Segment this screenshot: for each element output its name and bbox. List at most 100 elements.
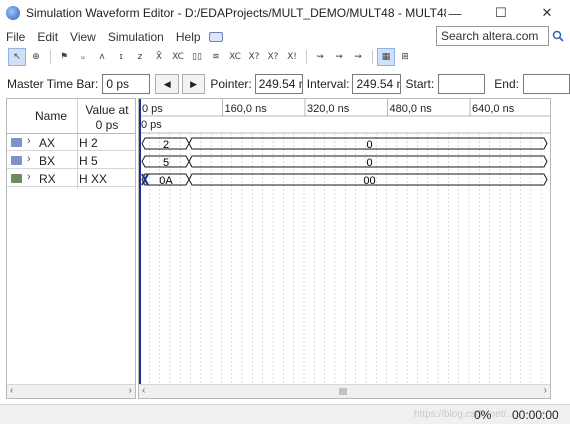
- zoom-tool-icon[interactable]: ⊕: [27, 48, 45, 66]
- output-pin-icon: [11, 174, 22, 183]
- name-column-header[interactable]: Name: [35, 109, 67, 123]
- time-tick-label: 0 ps: [142, 103, 163, 115]
- end-label: End:: [494, 77, 519, 91]
- grid-lines: [149, 133, 542, 384]
- don't-care-icon[interactable]: X?: [264, 48, 282, 66]
- waveform-canvas[interactable]: 0 ps160,0 ns320,0 ns480,0 ns640,0 ns800,…: [139, 99, 550, 384]
- toolbar-divider: [306, 50, 307, 64]
- grid-settings-icon[interactable]: ⊞: [396, 48, 414, 66]
- app-icon: [6, 6, 20, 20]
- expand-chevron-icon[interactable]: ›: [27, 171, 31, 183]
- expand-chevron-icon[interactable]: ›: [27, 135, 31, 147]
- signal-name: BX: [39, 154, 56, 168]
- clock-icon[interactable]: ▯▯: [188, 48, 206, 66]
- master-time-bar-field[interactable]: 0 ps: [102, 74, 151, 94]
- left-horizontal-scrollbar[interactable]: ‹ ›: [7, 384, 135, 398]
- generate-netlist-icon[interactable]: ⇝: [349, 48, 367, 66]
- bus-value-label: 0: [366, 157, 372, 169]
- scroll-left-icon[interactable]: ‹: [142, 385, 145, 396]
- time-tick-label: 160,0 ns: [225, 103, 268, 115]
- expand-chevron-icon[interactable]: ›: [27, 153, 31, 165]
- menu-help[interactable]: Help: [170, 30, 207, 44]
- window-controls: — ☐ ✕: [432, 0, 570, 26]
- start-field[interactable]: [438, 74, 486, 94]
- title-bar: Simulation Waveform Editor - D:/EDAProje…: [0, 0, 570, 26]
- invert-icon[interactable]: X̄: [150, 48, 168, 66]
- toolbar-divider: [372, 50, 373, 64]
- menu-file[interactable]: File: [0, 30, 31, 44]
- pointer-label: Pointer:: [210, 77, 252, 91]
- bus-segment: [141, 173, 548, 186]
- value-column-header[interactable]: Value at 0 ps: [79, 103, 135, 133]
- value-header-line1: Value at: [85, 103, 129, 117]
- forcing-high-icon[interactable]: ɪ: [112, 48, 130, 66]
- bus-segment: [141, 137, 548, 150]
- waveform-horizontal-scrollbar[interactable]: ‹ ›: [139, 384, 550, 398]
- time-bar-row: Master Time Bar: 0 ps ◀ ▶ Pointer: 249.5…: [0, 70, 570, 98]
- interval-field[interactable]: 249.54 ns: [352, 74, 401, 94]
- forcing-low-icon[interactable]: ʌ: [93, 48, 111, 66]
- help-chat-icon[interactable]: [208, 32, 223, 42]
- bus-value-label: 0A: [159, 175, 173, 187]
- menu-view[interactable]: View: [64, 30, 102, 44]
- time-ruler: 0 ps160,0 ns320,0 ns480,0 ns640,0 ns800,…: [139, 99, 515, 116]
- uninitialized-icon[interactable]: ᵤ: [74, 48, 92, 66]
- start-label: Start:: [405, 77, 435, 91]
- count-value-icon[interactable]: XC: [169, 48, 187, 66]
- bus-waveform: 20: [141, 137, 548, 151]
- bus-value-label: 0: [366, 139, 372, 151]
- overwrite-clock-icon[interactable]: X!: [283, 48, 301, 66]
- input-pin-icon: [11, 138, 22, 147]
- elapsed-time: 00:00:00: [512, 408, 559, 422]
- weak-low-icon[interactable]: ≋: [207, 48, 225, 66]
- functional-sim-icon[interactable]: ⇝: [311, 48, 329, 66]
- waveform-rows: 2 05 00A 00: [141, 137, 548, 187]
- timing-sim-icon[interactable]: ⇝: [330, 48, 348, 66]
- master-time-bar-label: Master Time Bar:: [7, 77, 99, 91]
- random-value-icon[interactable]: X?: [245, 48, 263, 66]
- bus-value-label: 2: [163, 139, 169, 151]
- signal-row-ax[interactable]: › AX H 2: [7, 134, 135, 151]
- search-input[interactable]: Search altera.com: [436, 26, 549, 46]
- scroll-right-icon[interactable]: ›: [129, 385, 132, 396]
- node-finder-icon[interactable]: ⚑: [55, 48, 73, 66]
- scrollbar-thumb[interactable]: [339, 388, 347, 395]
- scroll-left-icon[interactable]: ‹: [10, 385, 13, 396]
- search-icon[interactable]: [551, 28, 565, 44]
- time-tick-label: 480,0 ns: [390, 103, 433, 115]
- waveform-panel[interactable]: 0 ps160,0 ns320,0 ns480,0 ns640,0 ns800,…: [138, 98, 551, 399]
- pointer-field[interactable]: 249.54 ns: [254, 74, 303, 94]
- end-field[interactable]: [522, 74, 570, 94]
- maximize-button[interactable]: ☐: [478, 0, 524, 26]
- signal-list-panel: Name Value at 0 ps › AX H 2 › BX H 5 › R…: [6, 98, 136, 399]
- cursor-time-label: 0 ps: [141, 119, 162, 131]
- selection-tool-icon[interactable]: ↖: [8, 48, 26, 66]
- window-title: Simulation Waveform Editor - D:/EDAProje…: [26, 6, 446, 20]
- next-transition-button[interactable]: ▶: [181, 74, 206, 94]
- menu-edit[interactable]: Edit: [31, 30, 64, 44]
- signal-row-rx[interactable]: › RX H XX: [7, 170, 135, 187]
- watermark-text: https://blog.csdn.net/...: [414, 409, 515, 420]
- previous-transition-button[interactable]: ◀: [155, 74, 179, 94]
- high-impedance-icon[interactable]: ᴢ: [131, 48, 149, 66]
- signal-value: H 5: [79, 154, 98, 168]
- bus-segment: [141, 155, 548, 168]
- close-button[interactable]: ✕: [524, 0, 570, 26]
- signal-row-bx[interactable]: › BX H 5: [7, 152, 135, 169]
- arbitrary-value-icon[interactable]: XC: [226, 48, 244, 66]
- signal-value: H XX: [79, 172, 108, 186]
- toolbar-divider: [50, 50, 51, 64]
- bus-waveform: 0A 00: [141, 173, 548, 187]
- bus-value-label: 00: [363, 175, 375, 187]
- minimize-button[interactable]: —: [432, 0, 478, 26]
- value-header-line2: 0 ps: [95, 118, 119, 132]
- status-bar: https://blog.csdn.net/... 0% 00:00:00: [0, 404, 570, 424]
- menu-simulation[interactable]: Simulation: [102, 30, 170, 44]
- interval-label: Interval:: [306, 77, 350, 91]
- signal-value: H 2: [79, 136, 98, 150]
- bus-waveform: 50: [141, 155, 548, 169]
- scroll-right-icon[interactable]: ›: [544, 385, 547, 396]
- snap-to-grid-icon[interactable]: ▦: [377, 48, 395, 66]
- signal-name: RX: [39, 172, 56, 186]
- vertical-scrollbar[interactable]: [553, 98, 568, 399]
